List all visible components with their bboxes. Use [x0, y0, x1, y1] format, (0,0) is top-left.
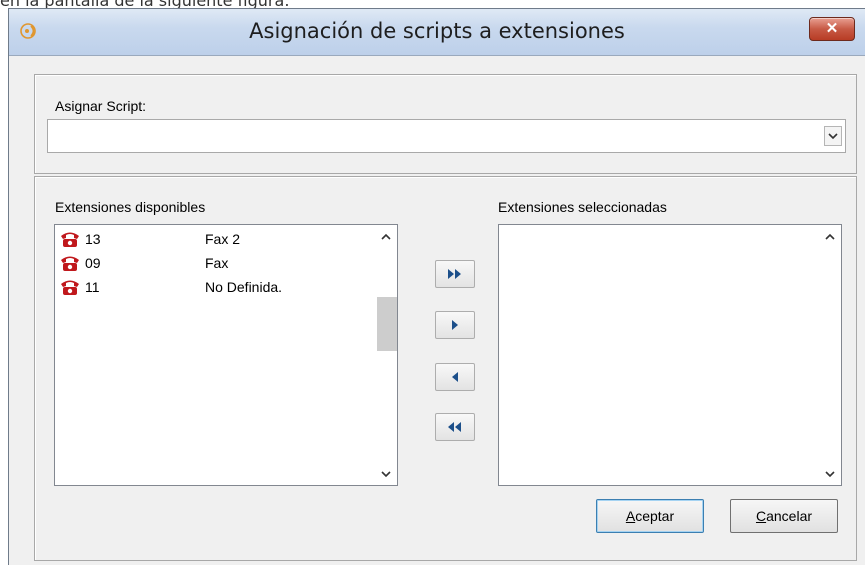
chevron-down-icon[interactable] — [824, 126, 842, 146]
arrow-left-icon — [452, 372, 458, 382]
remove-one-button[interactable] — [435, 363, 475, 391]
accept-button[interactable]: Aceptar — [596, 499, 704, 533]
selected-scrollbar[interactable] — [819, 225, 841, 485]
selected-extensions-list[interactable] — [498, 224, 842, 486]
arrow-right-icon — [452, 320, 458, 330]
scroll-up-icon[interactable] — [819, 225, 841, 247]
scroll-down-icon[interactable] — [819, 463, 841, 485]
remove-all-button[interactable] — [435, 413, 475, 441]
close-button[interactable]: ✕ — [809, 17, 855, 41]
assign-script-select[interactable] — [47, 119, 846, 153]
phone-icon — [61, 280, 79, 295]
scroll-down-icon[interactable] — [375, 463, 397, 485]
cancel-button[interactable]: Cancelar — [730, 499, 838, 533]
selected-extensions-label: Extensiones seleccionadas — [498, 199, 667, 215]
list-item[interactable]: 09 Fax — [59, 251, 228, 275]
extension-name: No Definida. — [205, 279, 283, 295]
double-arrow-right-icon — [448, 269, 461, 279]
phone-icon — [61, 256, 79, 271]
extension-name: Fax — [205, 255, 229, 271]
title-bar: Asignación de scripts a extensiones ✕ — [9, 9, 865, 56]
phone-icon — [61, 232, 79, 247]
double-arrow-left-icon — [448, 422, 461, 432]
extension-number: 09 — [85, 255, 101, 271]
window-title: Asignación de scripts a extensiones — [249, 19, 625, 43]
scroll-thumb[interactable] — [377, 297, 397, 351]
extension-number: 11 — [85, 279, 100, 295]
list-item[interactable]: 11 No Definida. — [59, 275, 282, 299]
cancel-label: ancelar — [766, 508, 813, 524]
available-extensions-label: Extensiones disponibles — [55, 199, 206, 215]
add-all-button[interactable] — [435, 260, 475, 288]
list-item[interactable]: 13 Fax 2 — [59, 227, 240, 251]
available-scrollbar[interactable] — [375, 225, 397, 485]
accept-label: ceptar — [635, 508, 675, 524]
available-extensions-list[interactable]: 13 Fax 2 09 Fax 11 No Definida. — [54, 224, 398, 486]
assign-script-label: Asignar Script: — [55, 98, 147, 114]
scroll-up-icon[interactable] — [375, 225, 397, 247]
accept-mnemonic: A — [625, 508, 636, 524]
add-one-button[interactable] — [435, 311, 475, 339]
dialog-window: Asignación de scripts a extensiones ✕ As… — [8, 8, 865, 565]
extension-number: 13 — [85, 231, 101, 247]
extension-name: Fax 2 — [205, 231, 241, 247]
close-icon: ✕ — [825, 20, 839, 37]
cancel-mnemonic: C — [755, 508, 767, 524]
